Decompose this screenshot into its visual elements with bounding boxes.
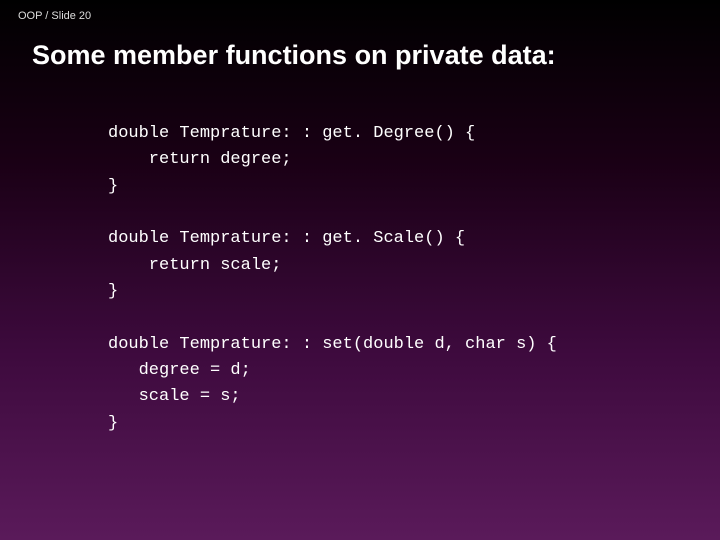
code-block: double Temprature: : get. Degree() { ret…	[0, 71, 720, 437]
slide-title: Some member functions on private data:	[0, 22, 720, 71]
breadcrumb: OOP / Slide 20	[0, 0, 720, 22]
